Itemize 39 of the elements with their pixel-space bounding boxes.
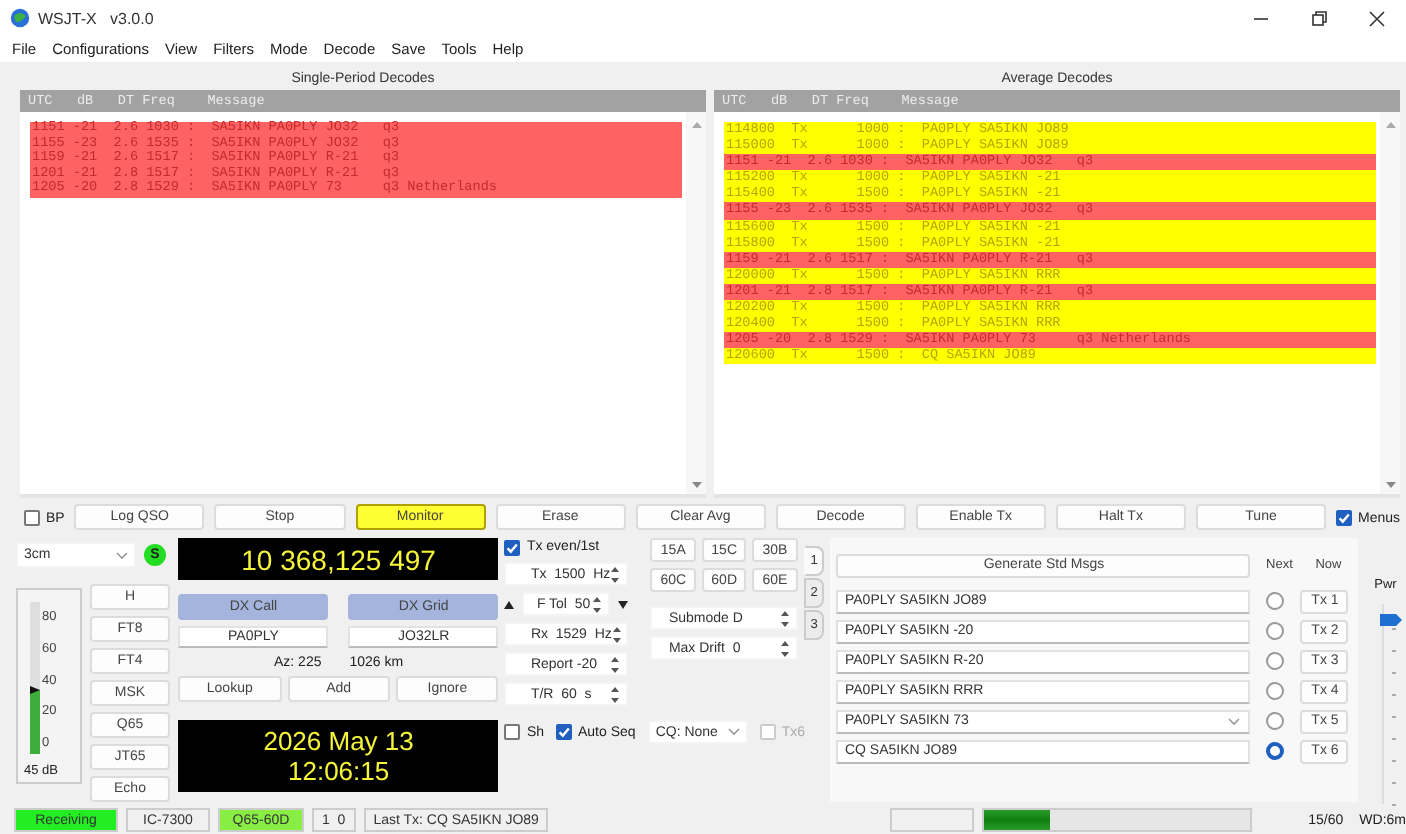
check-icon xyxy=(556,724,572,740)
spin-arrows-icon xyxy=(779,609,790,627)
spin-arrows-icon xyxy=(592,595,603,613)
spin-arrows-icon xyxy=(611,625,622,643)
date-text: 2026 May 13 xyxy=(263,726,414,756)
radio-button[interactable] xyxy=(1266,592,1285,610)
close-icon[interactable] xyxy=(1368,9,1386,27)
chevron-down-icon xyxy=(727,728,740,736)
check-icon xyxy=(504,539,521,555)
spin-arrows-icon xyxy=(779,639,790,657)
checkbox[interactable] xyxy=(504,724,521,740)
spin-arrows-icon xyxy=(610,655,621,673)
checkbox[interactable] xyxy=(504,539,521,555)
status-box xyxy=(890,808,975,832)
chevron-down-icon xyxy=(116,551,128,559)
radio-button[interactable] xyxy=(1266,682,1285,700)
radio-button[interactable] xyxy=(1266,622,1285,640)
radio-button[interactable] xyxy=(1266,742,1285,760)
check-icon xyxy=(1336,510,1353,526)
spin-arrows-icon xyxy=(610,565,621,583)
radio-button[interactable] xyxy=(1266,652,1285,670)
frequency-display: 10 368,125 497 xyxy=(178,538,499,580)
checkbox[interactable] xyxy=(556,724,572,740)
up-arrow-icon[interactable] xyxy=(504,599,515,609)
scroll-down-icon[interactable] xyxy=(1385,482,1395,488)
radio-button[interactable] xyxy=(1266,712,1285,730)
down-arrow-icon[interactable] xyxy=(618,599,629,609)
scroll-down-icon[interactable] xyxy=(691,482,701,488)
checkbox[interactable] xyxy=(1336,510,1353,526)
slider-handle[interactable] xyxy=(1379,613,1402,626)
maximize-icon[interactable] xyxy=(1310,9,1328,27)
power-slider[interactable] xyxy=(1381,604,1402,804)
chevron-down-icon xyxy=(1228,717,1241,725)
time-text: 12:06:15 xyxy=(288,756,390,786)
level-marker-icon xyxy=(30,686,40,695)
checkbox[interactable] xyxy=(24,510,40,526)
spin-arrows-icon xyxy=(610,685,621,703)
app-icon xyxy=(10,8,30,28)
window-title: WSJT-X v3.0.0 xyxy=(38,9,154,27)
